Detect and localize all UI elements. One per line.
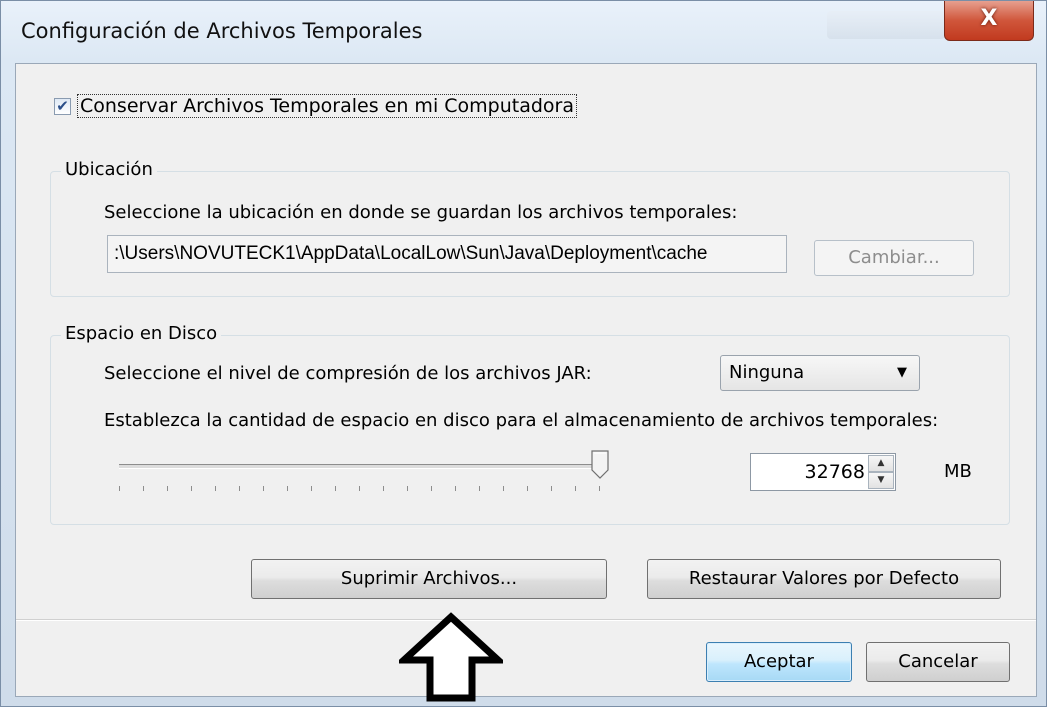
up-arrow-icon	[399, 612, 503, 702]
location-group-title: Ubicación	[61, 159, 157, 180]
location-group: Ubicación	[50, 159, 1010, 297]
cancel-button[interactable]: Cancelar	[866, 642, 1010, 682]
slider-tick	[503, 486, 504, 491]
slider-tick	[527, 486, 528, 491]
location-instruction: Seleccione la ubicación en donde se guar…	[104, 202, 738, 223]
slider-tick	[215, 486, 216, 491]
keep-files-checkbox[interactable]: ✔	[54, 97, 71, 115]
checkmark-icon: ✔	[56, 97, 69, 115]
dialog-content: ✔ Conservar Archivos Temporales en mi Co…	[15, 63, 1037, 702]
space-unit: MB	[944, 461, 972, 482]
change-location-button[interactable]: Cambiar...	[814, 240, 974, 276]
disk-space-group-title: Espacio en Disco	[61, 323, 222, 344]
accept-button[interactable]: Aceptar	[706, 642, 852, 682]
keep-files-option[interactable]: ✔ Conservar Archivos Temporales en mi Co…	[54, 94, 577, 118]
slider-tick	[239, 486, 240, 491]
delete-files-button[interactable]: Suprimir Archivos...	[251, 559, 607, 599]
compression-select[interactable]: Ninguna ▼	[720, 355, 920, 391]
space-label: Establezca la cantidad de espacio en dis…	[104, 410, 939, 431]
restore-defaults-button[interactable]: Restaurar Valores por Defecto	[647, 559, 1001, 599]
close-button[interactable]: X	[944, 1, 1034, 41]
window-title: Configuración de Archivos Temporales	[21, 19, 423, 43]
spin-up-icon[interactable]: ▲	[868, 455, 894, 472]
slider-tick	[143, 486, 144, 491]
spin-down-icon[interactable]: ▼	[868, 472, 894, 489]
space-slider-track[interactable]	[119, 464, 599, 469]
slider-tick	[455, 486, 456, 491]
slider-tick	[599, 486, 600, 491]
keep-files-label[interactable]: Conservar Archivos Temporales en mi Comp…	[77, 94, 577, 118]
compression-value: Ninguna	[729, 362, 805, 383]
space-slider-thumb[interactable]	[590, 450, 610, 480]
slider-tick	[359, 486, 360, 491]
slider-tick	[167, 486, 168, 491]
slider-tick	[383, 486, 384, 491]
footer-separator	[16, 619, 1036, 621]
slider-tick	[335, 486, 336, 491]
slider-tick	[479, 486, 480, 491]
slider-tick	[431, 486, 432, 491]
compression-label: Seleccione el nivel de compresión de los…	[104, 363, 592, 384]
slider-tick	[311, 486, 312, 491]
slider-tick	[263, 486, 264, 491]
dialog-window: Configuración de Archivos Temporales X ✔…	[0, 0, 1047, 707]
slider-tick	[119, 486, 120, 491]
slider-tick	[407, 486, 408, 491]
title-bar: Configuración de Archivos Temporales X	[1, 1, 1047, 63]
chevron-down-icon: ▼	[897, 365, 907, 380]
title-bar-blurred-button	[827, 11, 945, 39]
slider-tick	[551, 486, 552, 491]
slider-tick	[287, 486, 288, 491]
space-spinner[interactable]: ▲ ▼	[868, 455, 894, 489]
slider-tick	[575, 486, 576, 491]
cache-path-field[interactable]: :\Users\NOVUTECK1\AppData\LocalLow\Sun\J…	[107, 235, 787, 273]
slider-tick	[191, 486, 192, 491]
